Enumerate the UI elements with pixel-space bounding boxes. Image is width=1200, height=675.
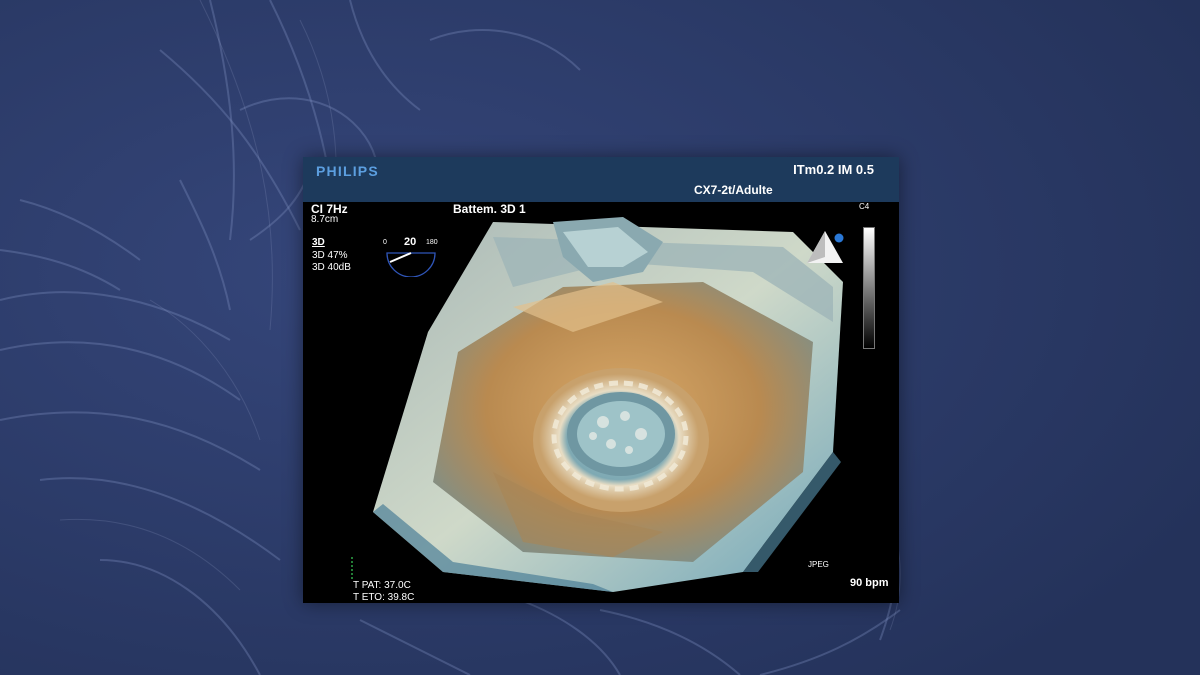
probe-preset: CX7-2t/Adulte [694,183,773,197]
depth-value: 8.7cm [311,214,339,225]
colormap-label: C4 [859,202,870,211]
ecg-trace-icon [351,557,353,581]
mode-label: 3D [312,237,325,248]
patient-temperature: T PAT: 37.0C [353,580,411,591]
compression-value: 3D 40dB [312,262,351,273]
format-label: JPEG [808,560,829,569]
3d-echo-volume-render [373,217,843,592]
ultrasound-monitor: PHILIPS ITm0.2 IM 0.5 CX7-2t/Adulte CI 7… [303,157,899,603]
brand-logo: PHILIPS [316,163,379,179]
thermal-mechanical-index: ITm0.2 IM 0.5 [793,162,874,177]
probe-temperature: T ETO: 39.8C [353,592,415,603]
monitor-header-bar: PHILIPS ITm0.2 IM 0.5 CX7-2t/Adulte [303,157,899,202]
greyscale-bar [863,227,875,349]
heart-rate: 90 bpm [850,577,889,589]
probe-orientation-icon [807,231,844,263]
gain-value: 3D 47% [312,250,348,261]
